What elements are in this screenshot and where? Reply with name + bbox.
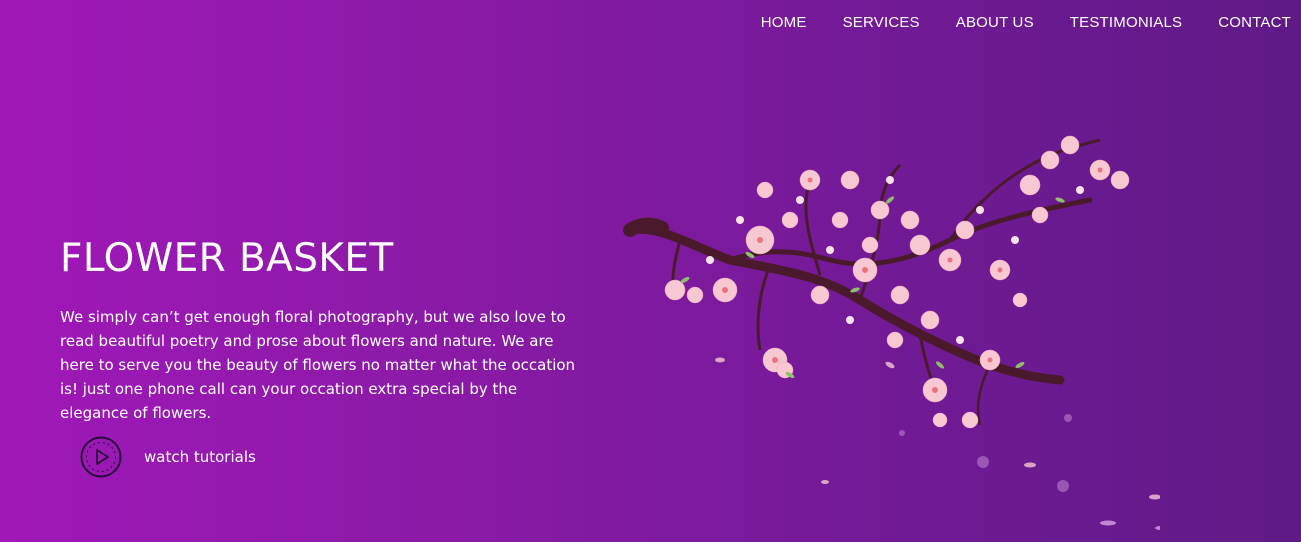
nav-contact[interactable]: CONTACT [1218,14,1291,31]
play-circle-icon[interactable] [80,436,122,478]
nav-services[interactable]: SERVICES [843,14,920,31]
watch-tutorials-button[interactable]: watch tutorials [80,436,256,478]
main-nav: HOME SERVICES ABOUT US TESTIMONIALS CONT… [761,14,1291,31]
cherry-blossom-branch-illustration [623,135,1160,530]
nav-testimonials[interactable]: TESTIMONIALS [1070,14,1182,31]
hero-title: FLOWER BASKET [60,236,394,281]
nav-about-us[interactable]: ABOUT US [956,14,1034,31]
nav-home[interactable]: HOME [761,14,807,31]
hero-section: FLOWER BASKET We simply can’t get enough… [60,236,600,425]
watch-tutorials-label[interactable]: watch tutorials [144,448,256,466]
hero-description: We simply can’t get enough floral photog… [60,308,576,422]
